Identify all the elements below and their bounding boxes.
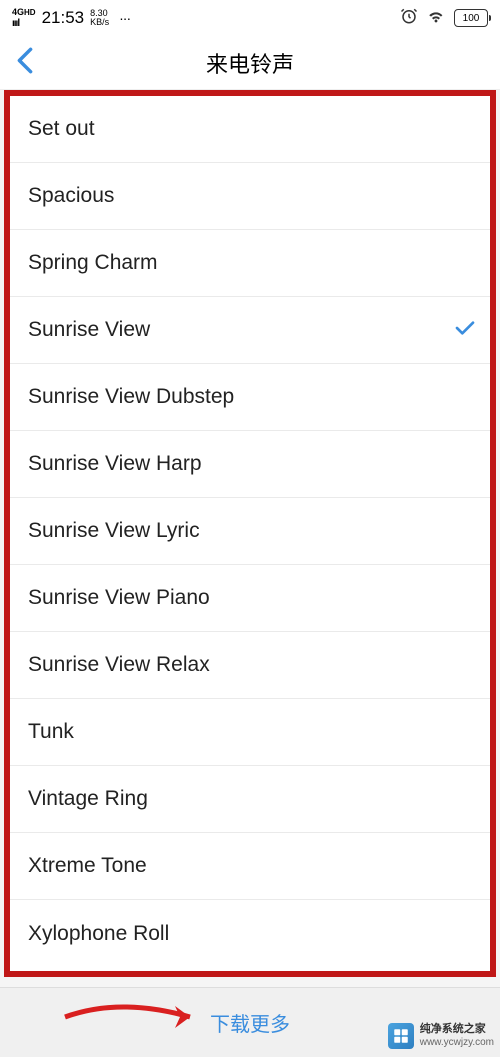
more-dots: ··· [119, 10, 130, 26]
highlighted-content-area: Set out Spacious Spring Charm Sunrise View S… [4, 90, 496, 977]
ringtone-label: Vintage Ring [28, 787, 148, 811]
checkmark-icon [454, 318, 476, 342]
ringtone-item[interactable]: Xtreme Tone [10, 833, 490, 900]
wifi-icon [426, 8, 446, 29]
network-speed: 8.30 KB/s [90, 9, 109, 27]
battery-indicator: 100 [454, 9, 488, 27]
ringtone-item[interactable]: Spring Charm [10, 230, 490, 297]
watermark: 纯净系统之家 www.ycwjzy.com [388, 1023, 494, 1049]
ringtone-item[interactable]: Sunrise View Harp [10, 431, 490, 498]
nav-bar: 来电铃声 [0, 36, 500, 90]
ringtone-label: Sunrise View Lyric [28, 519, 200, 543]
status-right: 100 [400, 7, 488, 30]
ringtone-item[interactable]: Set out [10, 96, 490, 163]
ringtone-item[interactable]: Sunrise View Lyric [10, 498, 490, 565]
ringtone-item[interactable]: Xylophone Roll [10, 900, 490, 967]
ringtone-label: Sunrise View Harp [28, 452, 202, 476]
ringtone-item[interactable]: Tunk [10, 699, 490, 766]
ringtone-item[interactable]: Sunrise View Relax [10, 632, 490, 699]
ringtone-item[interactable]: Spacious [10, 163, 490, 230]
ringtone-label: Sunrise View Dubstep [28, 385, 234, 409]
ringtone-label: Sunrise View [28, 318, 150, 342]
watermark-logo-icon [388, 1023, 414, 1049]
download-more-button[interactable]: 下载更多 [210, 1008, 290, 1037]
status-left: 4GHD ıııl 21:53 8.30 KB/s ··· [12, 7, 130, 29]
ringtone-label: Xylophone Roll [28, 922, 169, 946]
ringtone-item[interactable]: Sunrise View [10, 297, 490, 364]
ringtone-list[interactable]: Set out Spacious Spring Charm Sunrise View S… [10, 96, 490, 971]
alarm-icon [400, 7, 418, 30]
ringtone-label: Sunrise View Relax [28, 653, 210, 677]
watermark-text: 纯净系统之家 www.ycwjzy.com [420, 1023, 494, 1048]
ringtone-label: Tunk [28, 720, 74, 744]
back-button[interactable] [16, 46, 34, 79]
ringtone-label: Sunrise View Piano [28, 586, 210, 610]
ringtone-item[interactable]: Vintage Ring [10, 766, 490, 833]
clock-time: 21:53 [42, 8, 85, 28]
ringtone-label: Spring Charm [28, 251, 158, 275]
page-title: 来电铃声 [206, 47, 294, 79]
ringtone-item[interactable]: Sunrise View Dubstep [10, 364, 490, 431]
ringtone-label: Xtreme Tone [28, 854, 147, 878]
ringtone-label: Set out [28, 117, 95, 141]
ringtone-item[interactable]: Sunrise View Piano [10, 565, 490, 632]
status-bar: 4GHD ıııl 21:53 8.30 KB/s ··· 100 [0, 0, 500, 36]
ringtone-label: Spacious [28, 184, 114, 208]
signal-indicator: 4GHD ıııl [12, 7, 36, 29]
